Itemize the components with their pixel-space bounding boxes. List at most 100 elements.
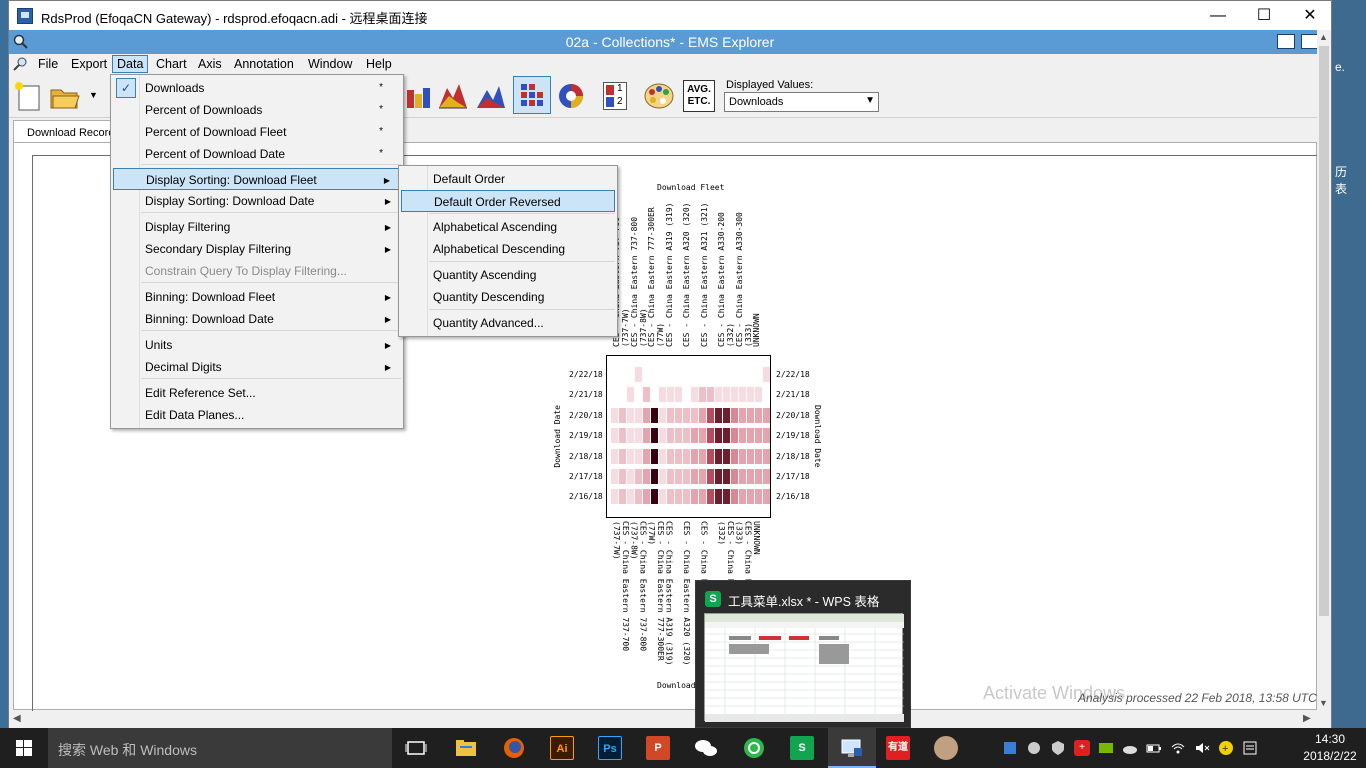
heatmap-cell[interactable] <box>651 489 659 505</box>
heatmap-cell[interactable] <box>627 448 635 464</box>
heatmap-cell[interactable] <box>611 407 619 423</box>
heatmap-cell[interactable] <box>699 469 707 484</box>
heatmap-cell[interactable] <box>763 367 771 382</box>
menu-annotation[interactable]: Annotation <box>230 56 298 72</box>
youdao-icon[interactable]: 有道 <box>886 736 910 760</box>
heatmap-cell[interactable] <box>691 448 699 464</box>
new-document-icon[interactable] <box>13 80 45 112</box>
heatmap-cell[interactable] <box>651 407 659 423</box>
heatmap-cell[interactable] <box>715 469 723 484</box>
area-chart-icon[interactable] <box>437 80 469 112</box>
heatmap-cell[interactable] <box>707 469 715 484</box>
rdp-maximize-button[interactable]: ☐ <box>1241 1 1287 31</box>
heatmap-cell[interactable] <box>691 469 699 484</box>
data-menu-item[interactable]: Downloads * ✓ <box>113 77 401 99</box>
heatmap-cell[interactable] <box>611 428 619 444</box>
heatmap-cell[interactable] <box>723 387 731 403</box>
heatmap-cell[interactable] <box>739 387 747 403</box>
rdp-minimize-button[interactable]: — <box>1195 1 1241 31</box>
tray-shield-icon[interactable] <box>1050 740 1066 756</box>
scroll-right-arrow-icon[interactable]: ▶ <box>1303 713 1311 724</box>
heatmap-cell[interactable] <box>643 489 651 505</box>
menu-axis[interactable]: Axis <box>194 56 226 72</box>
heatmap-cell[interactable] <box>715 489 723 505</box>
heatmap-cell[interactable] <box>635 407 643 423</box>
data-menu-item[interactable]: Percent of Downloads * <box>113 99 401 121</box>
data-menu-item[interactable]: Edit Reference Set... <box>113 382 401 404</box>
data-menu-item[interactable]: Percent of Download Date * <box>113 143 401 165</box>
heatmap-cell[interactable] <box>739 428 747 444</box>
search-tool-icon[interactable] <box>13 56 29 72</box>
heatmap-cell[interactable] <box>731 489 739 505</box>
heatmap-cell[interactable] <box>627 387 635 403</box>
data-menu-item[interactable]: Binning: Download Date ▶ <box>113 308 401 330</box>
heatmap-cell[interactable] <box>747 428 755 444</box>
heatmap-cell[interactable] <box>651 469 659 484</box>
mountain-chart-icon[interactable] <box>475 80 507 112</box>
ime-icon[interactable] <box>1242 740 1258 756</box>
heatmap-cell[interactable] <box>763 428 771 444</box>
data-menu-item[interactable]: Edit Data Planes... <box>113 404 401 426</box>
taskbar-clock[interactable]: 14:30 2018/2/22 <box>1298 731 1362 765</box>
heatmap-cell[interactable] <box>755 489 763 505</box>
heatmap-cell[interactable] <box>643 428 651 444</box>
3d-bar-chart-icon[interactable] <box>403 80 435 112</box>
heatmap-cell[interactable] <box>691 489 699 505</box>
tab-download-record[interactable]: Download Record <box>13 120 126 142</box>
tray-onedrive-icon[interactable] <box>1122 740 1138 756</box>
heatmap-cell[interactable] <box>675 387 683 403</box>
heatmap-cell[interactable] <box>667 469 675 484</box>
heatmap-cell[interactable] <box>723 448 731 464</box>
heatmap-cell[interactable] <box>723 428 731 444</box>
heatmap-cell[interactable] <box>715 387 723 403</box>
illustrator-icon[interactable]: Ai <box>550 736 574 760</box>
heatmap-cell[interactable] <box>635 489 643 505</box>
taskbar-search-box[interactable]: 搜索 Web 和 Windows <box>48 728 392 768</box>
heatmap-cell[interactable] <box>619 448 627 464</box>
scroll-down-arrow-icon[interactable]: ▼ <box>1319 698 1328 708</box>
displayed-values-select[interactable]: Downloads ▼ <box>724 92 879 112</box>
heatmap-cell[interactable] <box>643 407 651 423</box>
heatmap-cell[interactable] <box>739 469 747 484</box>
heatmap-cell[interactable] <box>611 469 619 484</box>
heatmap-cell[interactable] <box>763 469 771 484</box>
heatmap-plot[interactable] <box>606 355 771 518</box>
horizontal-scrollbar[interactable]: ◀ ▶ <box>9 712 1317 726</box>
heatmap-cell[interactable] <box>675 489 683 505</box>
heatmap-cell[interactable] <box>755 407 763 423</box>
sort-menu-item[interactable]: Default Order <box>401 168 615 190</box>
menu-export[interactable]: Export <box>67 56 111 72</box>
tray-nvidia-icon[interactable] <box>1098 740 1114 756</box>
sort-menu-item[interactable]: Quantity Advanced... <box>401 312 615 334</box>
heatmap-cell[interactable] <box>675 428 683 444</box>
avatar-app-icon[interactable] <box>934 736 958 760</box>
heatmap-cell[interactable] <box>763 448 771 464</box>
avg-etc-button[interactable]: AVG. ETC. <box>683 80 715 112</box>
heatmap-cell[interactable] <box>707 448 715 464</box>
volume-muted-icon[interactable] <box>1194 740 1210 756</box>
heatmap-cell[interactable] <box>635 428 643 444</box>
data-menu-item[interactable]: Units ▶ <box>113 334 401 356</box>
heatmap-cell[interactable] <box>723 489 731 505</box>
data-menu-item[interactable]: Binning: Download Fleet ▶ <box>113 286 401 308</box>
heatmap-cell[interactable] <box>763 407 771 423</box>
heatmap-chart-button[interactable] <box>513 76 551 114</box>
heatmap-cell[interactable] <box>627 469 635 484</box>
heatmap-cell[interactable] <box>755 448 763 464</box>
data-menu-item[interactable]: Decimal Digits ▶ <box>113 356 401 378</box>
heatmap-cell[interactable] <box>739 489 747 505</box>
heatmap-cell[interactable] <box>691 387 699 403</box>
heatmap-cell[interactable] <box>635 448 643 464</box>
heatmap-cell[interactable] <box>619 407 627 423</box>
menu-help[interactable]: Help <box>362 56 396 72</box>
tray-security-icon[interactable]: + <box>1074 740 1090 756</box>
heatmap-cell[interactable] <box>635 469 643 484</box>
heatmap-cell[interactable] <box>635 367 643 382</box>
sort-menu-item[interactable]: Quantity Descending <box>401 286 615 308</box>
heatmap-cell[interactable] <box>659 428 667 444</box>
heatmap-cell[interactable] <box>715 448 723 464</box>
heatmap-cell[interactable] <box>739 407 747 423</box>
heatmap-cell[interactable] <box>627 489 635 505</box>
heatmap-cell[interactable] <box>651 448 659 464</box>
open-dropdown-arrow-icon[interactable]: ▼ <box>89 90 98 100</box>
